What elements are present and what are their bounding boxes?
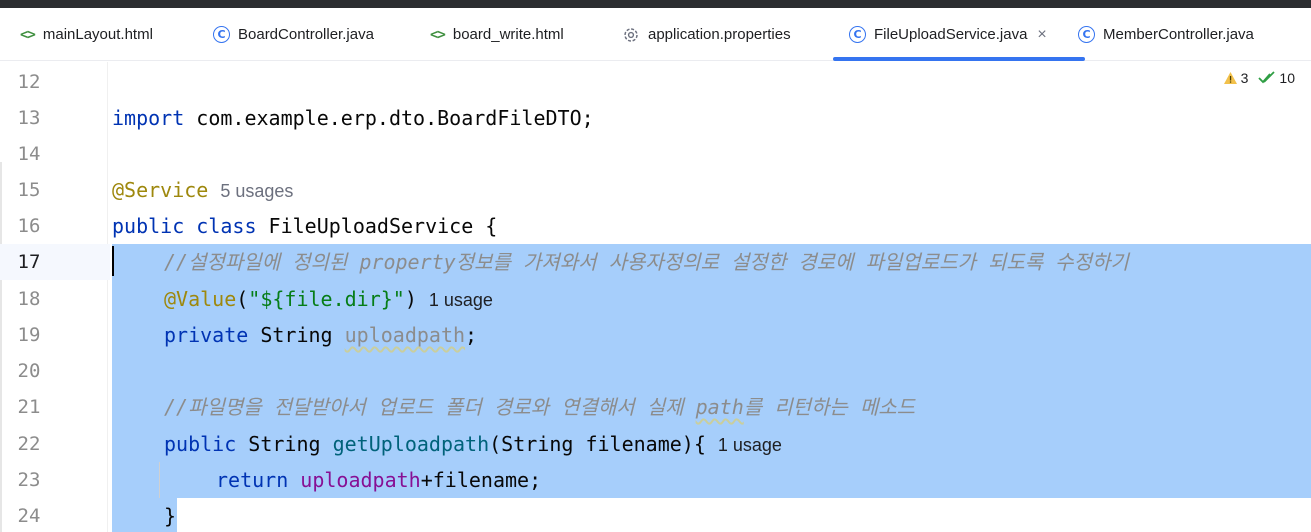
java-class-icon: C [213,26,230,43]
comment-typo: path [695,395,744,419]
line-number: 22 [17,433,41,455]
line-number: 12 [17,71,41,93]
code-line-18: @Value("${file.dir}") 1 usage [164,281,493,317]
indent-guide [159,462,160,498]
warning-icon [1223,72,1237,84]
tab-application-properties[interactable]: application.properties [622,8,791,61]
window-top-bar [0,0,1311,8]
line-number: 23 [17,469,41,491]
closing-brace: } [164,504,177,528]
tab-boardcontroller-java[interactable]: C BoardController.java [213,8,374,61]
string-literal: "${file.dir}" [248,287,405,311]
html-file-icon: <> [430,26,446,43]
tab-label: FileUploadService.java [874,26,1028,43]
tab-label: mainLayout.html [42,26,153,43]
keyword: public [164,432,237,456]
code-line-24: } [164,498,176,532]
tab-label: board_write.html [452,26,564,43]
code-text: com.example.erp.dto.BoardFileDTO; [184,106,594,130]
html-file-icon: <> [20,26,36,43]
usages-hint[interactable]: 1 usage [429,290,493,310]
tab-label: BoardController.java [238,26,374,43]
java-class-icon: C [849,26,866,43]
tab-membercontroller-java[interactable]: C MemberController.java [1078,8,1254,61]
tab-label: application.properties [648,26,791,43]
tab-mainlayout-html[interactable]: <> mainLayout.html [20,8,153,61]
warnings-indicator[interactable]: 3 [1223,70,1249,86]
comment: 를 리턴하는 메소드 [743,395,916,419]
type: String [236,432,333,456]
line-number: 20 [17,360,41,382]
text-caret [112,246,114,276]
code-line-13: import com.example.erp.dto.BoardFileDTO; [112,100,594,136]
type: String [248,323,345,347]
comment: //설정파일에 정의된 property정보를 가져와서 사용자정의로 설정한 … [164,250,1129,274]
line-number: 15 [17,179,41,201]
semicolon: ; [465,323,478,347]
annotation: @Value [164,287,237,311]
keyword: public class [112,214,257,238]
weak-warnings-indicator[interactable]: 10 [1258,70,1295,86]
code-line-16: public class FileUploadService { [112,208,497,244]
line-number-current: 17 [17,251,41,273]
usages-hint[interactable]: 5 usages [220,181,293,201]
line-number: 19 [17,324,41,346]
paren: ( [236,287,249,311]
warnings-count: 3 [1240,70,1249,86]
code-text: +filename; [420,468,542,492]
annotation: @Service [112,178,209,202]
java-class-icon: C [1078,26,1095,43]
close-tab-icon[interactable]: × [1037,26,1046,44]
tab-label: MemberController.java [1103,26,1254,43]
code-line-15: @Service 5 usages [112,172,293,208]
code-line-19: private String uploadpath; [164,317,477,353]
field-name: uploadpath [344,323,466,347]
line-number: 16 [17,215,41,237]
code-line-23: return uploadpath+filename; [216,462,541,498]
editor-tab-bar: <> mainLayout.html C BoardController.jav… [0,8,1311,61]
code-line-21: //파일명을 전달받아서 업로드 폴더 경로와 연결해서 실제 path를 리턴… [164,389,915,425]
line-number: 13 [17,107,41,129]
usages-hint[interactable]: 1 usage [718,435,782,455]
tab-board-write-html[interactable]: <> board_write.html [430,8,564,61]
paren: ) [404,287,417,311]
weak-warnings-count: 10 [1279,70,1295,86]
code-line-22: public String getUploadpath(String filen… [164,426,782,462]
keyword: private [164,323,249,347]
inspection-widget[interactable]: 3 10 [1223,70,1295,86]
line-number: 14 [17,143,41,165]
code-editor[interactable]: 12 13 14 15 16 17 18 19 20 21 22 23 24 i… [0,62,1311,532]
field-name: uploadpath [300,468,421,492]
code-text: FileUploadService { [256,214,498,238]
keyword: import [112,106,185,130]
keyword: return [216,468,289,492]
code-text: (String filename){ [489,432,706,456]
tab-fileuploadservice-java[interactable]: C FileUploadService.java × [833,8,1085,61]
gear-icon [622,26,640,44]
line-number: 24 [17,505,41,527]
line-number: 18 [17,288,41,310]
code-line-17: //설정파일에 정의된 property정보를 가져와서 사용자정의로 설정한 … [164,244,1129,280]
comment: //파일명을 전달받아서 업로드 폴더 경로와 연결해서 실제 [164,395,696,419]
line-number: 21 [17,396,41,418]
double-check-icon [1258,71,1276,84]
method-name: getUploadpath [332,432,490,456]
